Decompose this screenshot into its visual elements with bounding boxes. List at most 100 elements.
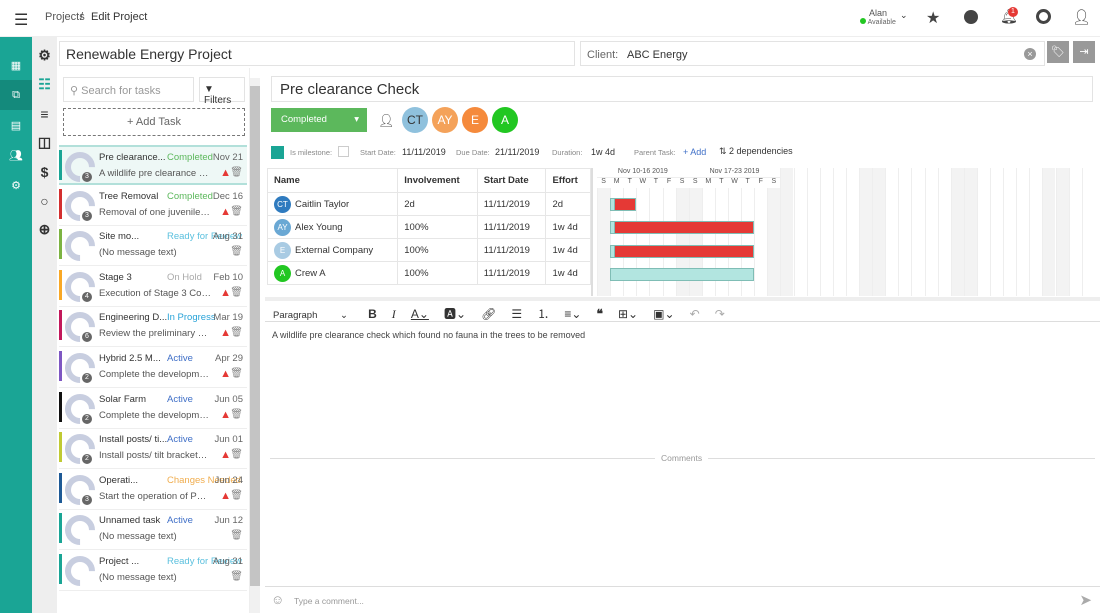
task-search-input[interactable]: ⚲ Search for tasks [63, 77, 194, 102]
add-assignee-icon[interactable]: 👤︎ [378, 113, 395, 129]
star-icon[interactable]: ★ [926, 8, 940, 28]
effort-cell[interactable]: 1w 4d [545, 215, 591, 239]
assignee-avatar[interactable]: CT [402, 107, 428, 133]
effort-cell[interactable]: 1w 4d [545, 261, 591, 285]
team-icon[interactable]: 👥︎ [0, 140, 32, 170]
hamburger-menu-icon[interactable]: ☰ [14, 10, 28, 30]
bullet-list-icon[interactable]: ☰ [511, 307, 522, 321]
dollar-icon[interactable]: $ [32, 157, 57, 186]
task-list-item[interactable]: Site mo... Ready for Review Aug 31 (No m… [58, 224, 247, 268]
column-header[interactable]: Involvement [397, 168, 478, 193]
assignee-avatar[interactable]: A [492, 107, 518, 133]
trash-icon[interactable]: 🗑︎ [230, 287, 243, 298]
media-icon[interactable]: ▣⌄ [653, 307, 674, 321]
trash-icon[interactable]: 🗑︎ [230, 490, 243, 501]
breadcrumb-projects[interactable]: Projects [45, 11, 85, 23]
task-list-icon[interactable]: ☷ [32, 70, 57, 99]
involvement-cell[interactable]: 100% [397, 238, 478, 262]
involvement-cell[interactable]: 2d [397, 192, 478, 216]
column-header[interactable]: Name [266, 168, 399, 193]
task-list-item[interactable]: 2 Solar Farm Active Jun 05 Complete the … [58, 387, 247, 430]
dependencies-link[interactable]: ⇅ 2 dependencies [719, 146, 793, 157]
resource-row[interactable]: E External Company 100% 11/11/2019 1w 4d [266, 238, 591, 262]
highlight-icon[interactable]: 🅰︎⌄ [444, 305, 466, 322]
task-list-item[interactable]: Unnamed task Active Jun 12 (No message t… [58, 509, 247, 552]
help-lifebuoy-icon[interactable] [1036, 9, 1051, 24]
trash-icon[interactable]: 🗑︎ [230, 246, 243, 257]
task-list-item[interactable]: 2 Hybrid 2.5 M... Active Apr 29 Complete… [58, 346, 247, 390]
column-header[interactable]: Effort [545, 168, 591, 193]
task-list-item[interactable]: Project ... Ready for Review Aug 31 (No … [58, 549, 247, 593]
task-title-input[interactable]: Pre clearance Check [271, 76, 1093, 102]
lifebuoy-icon[interactable]: ⊕ [32, 215, 57, 244]
link-icon[interactable]: 🔗︎ [481, 307, 496, 321]
project-title-input[interactable]: Renewable Energy Project [59, 41, 575, 66]
description-editor[interactable]: A wildlife pre clearance check which fou… [272, 330, 1092, 450]
circle-icon[interactable]: ○ [32, 186, 57, 215]
table-icon[interactable]: ⊞⌄ [618, 307, 638, 321]
resource-row[interactable]: A Crew A 100% 11/11/2019 1w 4d [266, 261, 591, 285]
task-list-item[interactable]: 3 Tree Removal Completed Dec 16 Removal … [58, 184, 247, 227]
export-button[interactable]: ⇥ [1073, 41, 1095, 63]
trash-icon[interactable]: 🗑︎ [230, 449, 243, 460]
milestone-checkbox[interactable] [338, 146, 349, 157]
trash-icon[interactable]: 🗑︎ [230, 530, 243, 541]
dashboard-icon[interactable]: ▦ [0, 50, 32, 80]
clock-icon[interactable] [964, 10, 978, 24]
text-color-icon[interactable]: A⌄ [411, 307, 429, 321]
trash-icon[interactable]: 🗑︎ [230, 571, 243, 582]
start-date-value[interactable]: 11/11/2019 [402, 147, 446, 157]
client-field[interactable]: Client: ABC Energy × [580, 41, 1045, 66]
add-task-button[interactable]: + Add Task [63, 108, 245, 136]
board-icon[interactable]: ◫ [32, 128, 57, 157]
task-list-item[interactable]: 6 Engineering D... In Progress Mar 19 Re… [58, 306, 247, 349]
undo-icon[interactable]: ↶ [690, 307, 700, 321]
task-list-item[interactable]: 3 Pre clearance... Completed Nov 21 A wi… [58, 145, 247, 189]
emoji-icon[interactable]: ☺ [271, 592, 284, 607]
chevron-down-icon[interactable]: ⌄ [900, 10, 908, 21]
align-icon[interactable]: ≡⌄ [564, 307, 581, 321]
trash-icon[interactable]: 🗑︎ [230, 206, 243, 217]
effort-cell[interactable]: 2d [545, 192, 591, 216]
projects-icon[interactable]: ⧉ [0, 80, 32, 110]
filters-button[interactable]: ▼ Filters [199, 77, 245, 106]
effort-cell[interactable]: 1w 4d [545, 238, 591, 262]
add-parent-link[interactable]: + Add [683, 147, 706, 157]
list-icon[interactable]: ≡ [32, 99, 57, 128]
start-date-cell[interactable]: 11/11/2019 [476, 261, 547, 285]
involvement-cell[interactable]: 100% [397, 215, 478, 239]
paragraph-select[interactable]: Paragraph ⌄ [273, 310, 353, 321]
start-date-cell[interactable]: 11/11/2019 [476, 238, 547, 262]
status-dropdown[interactable]: Completed ▾ [271, 108, 367, 132]
redo-icon[interactable]: ↷ [715, 307, 725, 321]
quote-icon[interactable]: ❝ [596, 307, 602, 321]
numbered-list-icon[interactable]: ⒈ [537, 305, 549, 322]
comment-input[interactable]: Type a comment... [294, 596, 364, 606]
resource-row[interactable]: CT Caitlin Taylor 2d 11/11/2019 2d [266, 192, 591, 216]
archive-icon[interactable]: ▤ [0, 110, 32, 140]
duration-value[interactable]: 1w 4d [591, 147, 615, 157]
trash-icon[interactable]: 🗑︎ [230, 409, 243, 420]
task-list-item[interactable]: 3 Operati... Changes Needed Jun 24 Start… [58, 468, 247, 512]
color-swatch[interactable] [271, 146, 284, 159]
assignee-avatar[interactable]: AY [432, 107, 458, 133]
settings-cogs-icon[interactable]: ⚙ [0, 170, 32, 200]
user-profile-icon[interactable]: 👤︎ [1072, 8, 1091, 26]
start-date-cell[interactable]: 11/11/2019 [476, 215, 547, 239]
tag-button[interactable]: 🏷︎ [1047, 41, 1069, 63]
due-date-value[interactable]: 21/11/2019 [495, 147, 539, 157]
assignee-avatar[interactable]: E [462, 107, 488, 133]
splitter-handle[interactable] [265, 297, 1100, 301]
gear-icon[interactable]: ⚙ [32, 41, 57, 70]
trash-icon[interactable]: 🗑︎ [230, 368, 243, 379]
trash-icon[interactable]: 🗑︎ [230, 167, 243, 178]
trash-icon[interactable]: 🗑︎ [230, 327, 243, 338]
clear-icon[interactable]: × [1024, 48, 1036, 60]
italic-icon[interactable]: I [392, 307, 396, 322]
start-date-cell[interactable]: 11/11/2019 [476, 192, 547, 216]
column-header[interactable]: Start Date [476, 168, 547, 193]
involvement-cell[interactable]: 100% [397, 261, 478, 285]
bold-icon[interactable]: B [368, 307, 377, 321]
resource-row[interactable]: AY Alex Young 100% 11/11/2019 1w 4d [266, 215, 591, 239]
task-list-item[interactable]: 2 Install posts/ ti... Active Jun 01 Ins… [58, 427, 247, 471]
